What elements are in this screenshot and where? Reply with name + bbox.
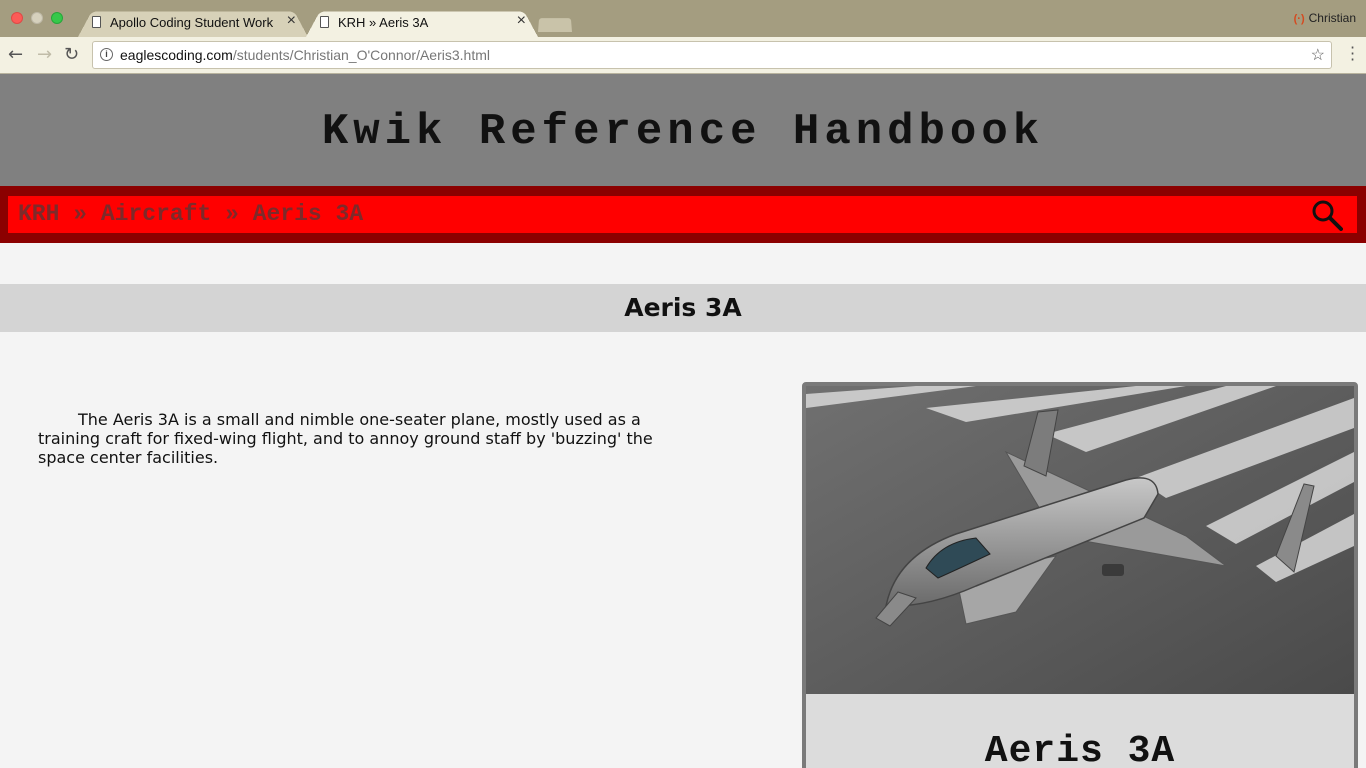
article-description: The Aeris 3A is a small and nimble one-s…	[38, 410, 653, 467]
breadcrumb-current: Aeris 3A	[252, 201, 364, 227]
site-header: Kwik Reference Handbook	[0, 74, 1366, 186]
url-host: eaglescoding.com	[120, 47, 233, 63]
tab-title: KRH » Aeris 3A	[338, 15, 429, 30]
page-icon	[320, 16, 329, 28]
infobox-caption: Aeris 3A	[984, 730, 1176, 768]
aircraft-illustration	[806, 386, 1354, 694]
breadcrumb-bar: KRH » Aircraft » Aeris 3A	[0, 186, 1366, 243]
breadcrumb-link-krh[interactable]: KRH	[18, 201, 59, 227]
breadcrumb-link-aircraft[interactable]: Aircraft	[101, 201, 211, 227]
url-path: /students/Christian_O'Connor/Aeris3.html	[232, 47, 490, 63]
window-minimize-button[interactable]	[31, 12, 43, 24]
bookmark-star-icon[interactable]: ☆	[1311, 45, 1325, 65]
infobox: Aeris 3A	[802, 382, 1358, 768]
browser-tab-aeris[interactable]: KRH » Aeris 3A ×	[306, 8, 538, 38]
browser-tabstrip: Apollo Coding Student Work × KRH » Aeris…	[0, 0, 1366, 38]
info-icon[interactable]: i	[100, 48, 113, 61]
tab-close-icon[interactable]: ×	[287, 12, 296, 30]
window-close-button[interactable]	[11, 12, 23, 24]
back-arrow-icon[interactable]: ←	[8, 44, 23, 65]
site-title: Kwik Reference Handbook	[321, 107, 1045, 157]
new-tab-button[interactable]	[538, 17, 572, 32]
profile-button[interactable]: (·) Christian	[1294, 11, 1356, 25]
breadcrumb-separator: »	[73, 201, 88, 227]
window-maximize-button[interactable]	[51, 12, 63, 24]
forward-arrow-icon[interactable]: →	[37, 44, 52, 65]
web-page: Kwik Reference Handbook KRH » Aircraft »…	[0, 74, 1366, 768]
aircraft-image	[806, 386, 1354, 694]
page-heading-bar: Aeris 3A	[0, 284, 1366, 332]
tab-title: Apollo Coding Student Work	[110, 15, 274, 30]
reload-icon[interactable]: ↻	[64, 44, 79, 65]
url-text[interactable]: eaglescoding.com/students/Christian_O'Co…	[120, 47, 490, 63]
page-title: Aeris 3A	[624, 293, 742, 322]
browser-toolbar: ← → ↻ i eaglescoding.com/students/Christ…	[0, 37, 1366, 74]
profile-icon: (·)	[1293, 13, 1305, 25]
breadcrumb-bar-inner: KRH » Aircraft » Aeris 3A	[8, 196, 1357, 233]
breadcrumb: KRH » Aircraft » Aeris 3A	[18, 201, 363, 227]
address-bar[interactable]: i eaglescoding.com/students/Christian_O'…	[92, 41, 1332, 69]
profile-name: Christian	[1308, 11, 1356, 25]
breadcrumb-separator: »	[225, 201, 239, 227]
browser-tab-apollo[interactable]: Apollo Coding Student Work ×	[78, 8, 308, 38]
page-icon	[92, 16, 101, 28]
tab-close-icon[interactable]: ×	[517, 12, 526, 30]
search-icon[interactable]	[1311, 199, 1343, 231]
menu-dots-icon[interactable]: · · ·	[1350, 40, 1355, 68]
